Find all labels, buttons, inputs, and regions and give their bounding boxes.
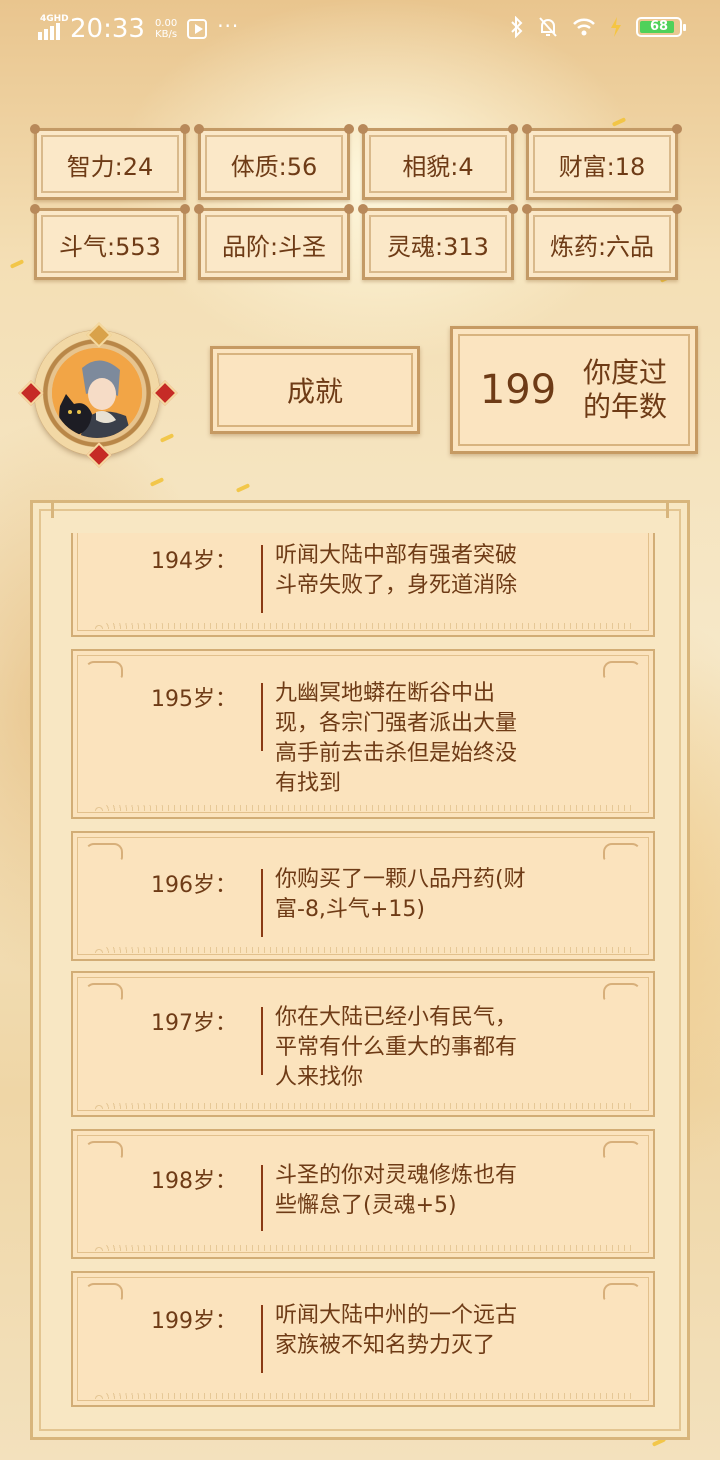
log-age: 197岁： <box>151 1011 237 1036</box>
log-text: 九幽冥地蟒在断谷中出 现，各宗门强者派出大量 高手前去击杀但是始终没 有找到 <box>275 681 518 796</box>
network-speed: 0.00 KB/s <box>154 18 178 40</box>
battery-indicator: 68 <box>636 17 686 37</box>
status-bar: 4GHD 20:33 0.00 KB/s ··· 68 <box>0 0 720 56</box>
log-age: 194岁： <box>151 549 237 574</box>
log-entry: 196岁： 你购买了一颗八品丹药(财 富-8,斗气+15) <box>71 831 655 961</box>
gold-sparkle <box>149 477 165 487</box>
cloud-ornament-icon <box>603 1283 641 1301</box>
achievement-button[interactable]: 成就 <box>210 346 420 434</box>
stat-soul: 灵魂:313 <box>358 204 518 280</box>
log-text: 听闻大陆中部有强者突破 斗帝失败了，身死道消除 <box>275 543 518 598</box>
cloud-ornament-icon <box>85 1141 123 1159</box>
more-icon: ··· <box>217 14 240 38</box>
gold-sparkle <box>9 259 25 269</box>
log-entry: 194岁： 听闻大陆中部有强者突破 斗帝失败了，身死道消除 <box>71 533 655 637</box>
log-age: 195岁： <box>151 687 237 712</box>
log-text: 听闻大陆中州的一个远古 家族被不知名势力灭了 <box>275 1303 518 1358</box>
log-age: 199岁： <box>151 1309 237 1334</box>
avatar[interactable] <box>18 318 178 468</box>
cloud-ornament-icon <box>603 1141 641 1159</box>
avatar-image <box>52 348 142 438</box>
years-lived-panel: 199 你度过 的年数 <box>450 326 698 454</box>
clock: 20:33 <box>70 14 145 44</box>
charging-icon <box>611 17 621 37</box>
cloud-ornament-icon <box>603 661 641 679</box>
log-entry: 198岁： 斗圣的你对灵魂修炼也有 些懈怠了(灵魂+5) <box>71 1129 655 1259</box>
log-text: 你购买了一颗八品丹药(财 富-8,斗气+15) <box>275 867 526 922</box>
signal-icon: 4GHD <box>38 14 69 40</box>
years-lived-value: 199 <box>479 367 557 413</box>
cloud-ornament-icon <box>603 843 641 861</box>
cloud-ornament-icon <box>85 983 123 1001</box>
attribute-grid: 智力:24 体质:56 相貌:4 财富:18 斗气:553 品阶:斗圣 灵魂:3… <box>30 124 686 280</box>
bluetooth-icon <box>511 16 523 38</box>
stat-constitution: 体质:56 <box>194 124 354 200</box>
wifi-icon <box>573 18 595 36</box>
years-lived-label: 你度过 的年数 <box>583 356 668 423</box>
stat-rank: 品阶:斗圣 <box>194 204 354 280</box>
cloud-ornament-icon <box>85 661 123 679</box>
stat-alchemy: 炼药:六品 <box>522 204 682 280</box>
gold-sparkle <box>235 483 251 493</box>
log-entry: 199岁： 听闻大陆中州的一个远古 家族被不知名势力灭了 <box>71 1271 655 1407</box>
log-text: 斗圣的你对灵魂修炼也有 些懈怠了(灵魂+5) <box>275 1163 518 1218</box>
stat-appearance: 相貌:4 <box>358 124 518 200</box>
log-age: 198岁： <box>151 1169 237 1194</box>
log-text: 你在大陆已经小有民气， 平常有什么重大的事都有 人来找你 <box>275 1005 518 1090</box>
gold-sparkle <box>611 117 627 127</box>
log-entry: 195岁： 九幽冥地蟒在断谷中出 现，各宗门强者派出大量 高手前去击杀但是始终没有… <box>71 649 655 819</box>
media-play-icon <box>187 19 208 39</box>
cloud-ornament-icon <box>85 1283 123 1301</box>
stat-wealth: 财富:18 <box>522 124 682 200</box>
cloud-ornament-icon <box>85 843 123 861</box>
log-entry: 197岁： 你在大陆已经小有民气， 平常有什么重大的事都有 人来找你 <box>71 971 655 1117</box>
cloud-ornament-icon <box>603 983 641 1001</box>
log-age: 196岁： <box>151 873 237 898</box>
mute-bell-icon <box>539 17 557 37</box>
stat-douqi: 斗气:553 <box>30 204 190 280</box>
life-log-panel: 194岁： 听闻大陆中部有强者突破 斗帝失败了，身死道消除 195岁： 九幽冥地蟒… <box>30 500 690 1440</box>
stat-intelligence: 智力:24 <box>30 124 190 200</box>
life-log-list[interactable]: 194岁： 听闻大陆中部有强者突破 斗帝失败了，身死道消除 195岁： 九幽冥地蟒… <box>71 533 655 1413</box>
